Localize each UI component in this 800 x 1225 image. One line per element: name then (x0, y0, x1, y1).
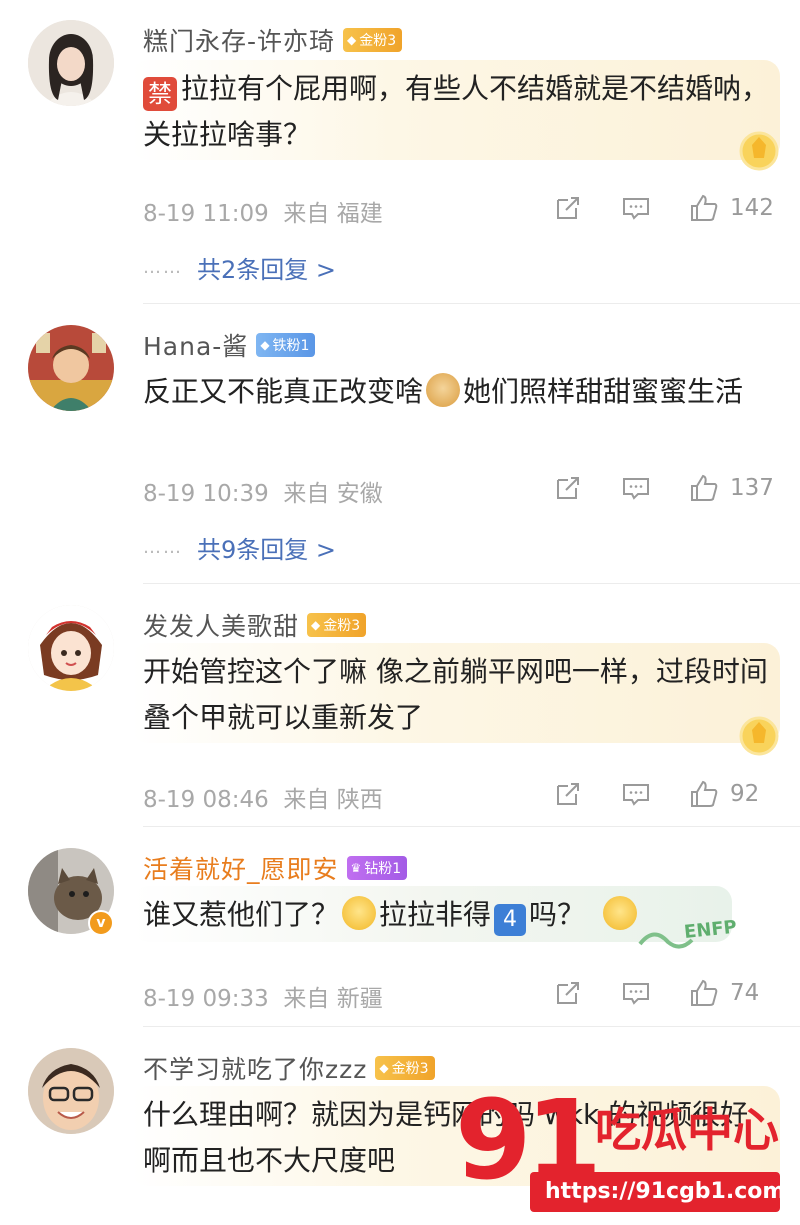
ban-tag: 禁 (143, 77, 177, 111)
like-count: 137 (730, 475, 774, 501)
view-replies-link[interactable]: …… 共9条回复 > (143, 530, 336, 565)
diamond-icon: ◆ (260, 338, 270, 352)
medal-icon (739, 131, 779, 171)
avatar[interactable] (28, 325, 114, 411)
share-icon[interactable] (552, 977, 584, 1009)
fan-badge: ◆ 金粉3 (375, 1056, 435, 1080)
name-row: 不学习就吃了你zzz ◆ 金粉3 (143, 1050, 435, 1086)
comment-icon[interactable] (620, 977, 652, 1009)
comment-icon[interactable] (620, 778, 652, 810)
crown-icon: ♛ (350, 861, 362, 875)
avatar[interactable] (28, 1048, 114, 1134)
view-replies-link[interactable]: …… 共2条回复 > (143, 250, 336, 285)
comment-text-body: 拉拉有个屁用啊，有些人不结婚就是不结婚呐，关拉拉啥事？ (143, 72, 770, 151)
comment-actions: 92 (552, 778, 774, 810)
fan-badge: ◆ 铁粉1 (256, 333, 316, 357)
share-icon[interactable] (552, 778, 584, 810)
reply-dots: …… (143, 257, 183, 278)
comment-actions: 74 (552, 977, 774, 1009)
share-icon[interactable] (552, 192, 584, 224)
comment-location: 来自 陕西 (283, 787, 383, 813)
fan-badge-label: 钻粉1 (364, 861, 402, 877)
fan-badge: ♛ 钻粉1 (346, 856, 408, 880)
username[interactable]: 活着就好_愿即安 (143, 850, 339, 886)
replies-label: 共2条回复 > (197, 256, 337, 284)
enfp-sticker: ENFP (638, 917, 738, 949)
fan-badge-label: 金粉3 (359, 33, 397, 49)
comment-text-start: 反正又不能真正改变啥 (143, 375, 424, 408)
like-icon[interactable] (688, 778, 720, 810)
comment-text: 反正又不能真正改变啥 她们照样甜甜蜜蜜生活 (143, 369, 773, 415)
comment-text-end: 吗？ (529, 898, 586, 931)
fan-badge: ◆ 金粉3 (307, 613, 367, 637)
username[interactable]: 发发人美歌甜 (143, 607, 299, 643)
crown-icon: ◆ (311, 618, 321, 632)
comment-2: Hana-酱 ◆ 铁粉1 反正又不能真正改变啥 她们照样甜甜蜜蜜生活 8-19 10… (0, 305, 800, 585)
crown-icon: ◆ (347, 33, 357, 47)
watermark-title: 吃瓜中心 (595, 1103, 779, 1157)
comment-text-start: 谁又惹他们了？ (143, 898, 340, 931)
fan-badge-label: 金粉3 (391, 1061, 429, 1077)
comment-time: 8-19 09:33 (143, 986, 269, 1012)
number-tag: 4 (494, 904, 527, 936)
name-row: 发发人美歌甜 ◆ 金粉3 (143, 607, 367, 643)
like-icon[interactable] (688, 977, 720, 1009)
username[interactable]: 不学习就吃了你zzz (143, 1050, 367, 1086)
name-row: Hana-酱 ◆ 铁粉1 (143, 327, 316, 363)
crown-icon: ◆ (379, 1061, 389, 1075)
fan-badge: ◆ 金粉3 (343, 28, 403, 52)
like-icon[interactable] (688, 472, 720, 504)
divider (143, 583, 800, 584)
comment-time: 8-19 08:46 (143, 787, 269, 813)
divider (143, 1026, 800, 1027)
comment-meta: 8-19 08:46 来自 陕西 (143, 780, 383, 814)
watermark-url: https://91cgb1.com (545, 1179, 786, 1204)
smile-emoji-icon (603, 896, 638, 930)
comment-meta: 8-19 09:33 来自 新疆 (143, 979, 383, 1013)
shy-emoji-icon (342, 896, 377, 930)
sticker-label: ENFP (683, 917, 738, 943)
comment-meta: 8-19 10:39 来自 安徽 (143, 474, 383, 508)
like-count: 142 (730, 195, 774, 221)
doge-emoji-icon (426, 373, 461, 407)
like-count: 74 (730, 980, 760, 1006)
comment-actions: 137 (552, 472, 774, 504)
comment-time: 8-19 10:39 (143, 481, 269, 507)
reply-dots: …… (143, 537, 183, 558)
comment-icon[interactable] (620, 192, 652, 224)
comment-location: 来自 福建 (283, 201, 383, 227)
medal-icon (739, 716, 779, 756)
watermark-logo: 91 吃瓜中心 https://91cgb1.com (455, 1080, 800, 1220)
comment-text: 禁拉拉有个屁用啊，有些人不结婚就是不结婚呐，关拉拉啥事？ (143, 66, 773, 158)
divider (143, 303, 800, 304)
replies-label: 共9条回复 > (197, 536, 337, 564)
username[interactable]: 糕门永存-许亦琦 (143, 22, 335, 58)
comment-text-end: 她们照样甜甜蜜蜜生活 (463, 375, 744, 408)
comment-location: 来自 新疆 (283, 986, 383, 1012)
verified-badge-icon: v (88, 910, 114, 936)
name-row: 糕门永存-许亦琦 ◆ 金粉3 (143, 22, 403, 58)
comment-icon[interactable] (620, 472, 652, 504)
avatar[interactable] (28, 20, 114, 106)
like-icon[interactable] (688, 192, 720, 224)
comment-meta: 8-19 11:09 来自 福建 (143, 194, 383, 228)
comment-1: 糕门永存-许亦琦 ◆ 金粉3 禁拉拉有个屁用啊，有些人不结婚就是不结婚呐，关拉拉啥… (0, 0, 800, 305)
fan-badge-label: 铁粉1 (272, 338, 310, 354)
comment-time: 8-19 11:09 (143, 201, 269, 227)
username[interactable]: Hana-酱 (143, 327, 248, 363)
comment-3: 发发人美歌甜 ◆ 金粉3 开始管控这个了嘛 像之前躺平网吧一样，过段时间叠个甲就可… (0, 585, 800, 828)
comment-location: 来自 安徽 (283, 481, 383, 507)
comment-text: 开始管控这个了嘛 像之前躺平网吧一样，过段时间叠个甲就可以重新发了 (143, 655, 768, 734)
comment-text-mid: 拉拉非得 (379, 898, 492, 931)
name-row: 活着就好_愿即安 ♛ 钻粉1 (143, 850, 408, 886)
avatar[interactable] (28, 605, 114, 691)
share-icon[interactable] (552, 472, 584, 504)
like-count: 92 (730, 781, 760, 807)
comment-actions: 142 (552, 192, 774, 224)
divider (143, 826, 800, 827)
fan-badge-label: 金粉3 (323, 618, 361, 634)
